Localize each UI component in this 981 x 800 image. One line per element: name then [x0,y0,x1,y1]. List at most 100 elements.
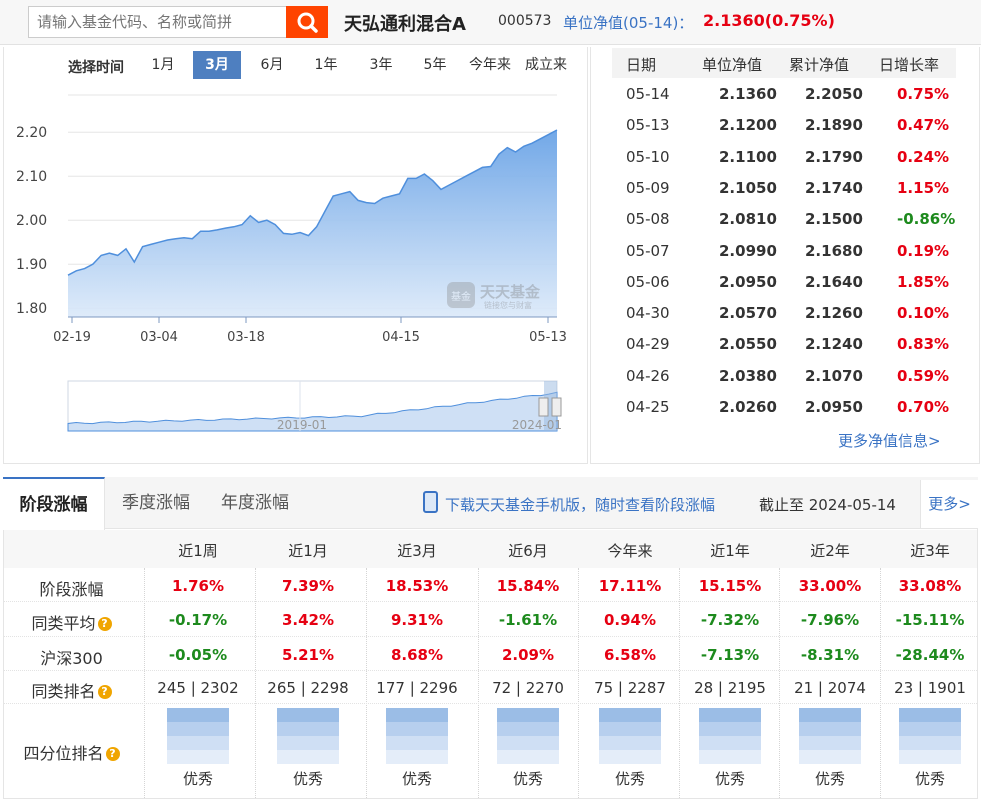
nav-table-row: 05-14 2.1360 2.2050 0.75% [612,78,956,109]
performance-cell: -7.96% [800,611,860,629]
mobile-phone-icon [423,491,438,513]
nav-acc: 2.1680 [805,241,863,260]
nav-label: 单位净值(05-14)： [563,14,694,32]
range-tab[interactable]: 今年来 [465,51,515,79]
x-tick-label: 05-13 [529,330,567,345]
tab-annual-returns[interactable]: 年度涨幅 [207,477,303,529]
nav-change-cell: -0.86% [897,210,956,229]
period-header: 近3月 [397,542,437,560]
nav-change-cell: 0.47% [897,116,950,135]
nav-unit: 2.0570 [719,304,777,323]
nav-date: 04-30 [626,304,670,323]
column-divider [255,568,256,798]
period-header: 近2年 [810,542,850,560]
row-divider [4,703,977,704]
range-tab[interactable]: 1年 [311,51,341,79]
row-label: 沪深300 [4,645,139,669]
tab-quarterly-returns[interactable]: 季度涨幅 [108,477,204,529]
nav-unit: 2.1050 [719,178,777,197]
performance-cell: 33.00% [798,577,862,595]
y-tick-label: 1.80 [16,301,47,317]
row-divider [4,636,977,637]
nav-table-row: 04-29 2.0550 2.1240 0.83% [612,328,956,359]
search-input[interactable] [28,6,286,38]
nav-table-row: 04-25 2.0260 2.0950 0.70% [612,391,956,422]
nav-acc: 2.1640 [805,272,863,291]
quartile-rating: 优秀 [614,770,645,788]
overview-tick-label: 2024-01 [512,418,562,432]
quartile-rating: 优秀 [292,770,323,788]
quartile-bar [497,708,559,764]
performance-cell: 23 | 1901 [894,679,966,697]
nav-change-cell: 0.70% [897,398,950,416]
watermark-brand: 天天基金 [480,283,541,301]
performance-cell: 72 | 2270 [492,679,564,697]
col-daily-change: 日增长率 [879,56,940,74]
performance-cell: -7.32% [700,611,760,629]
quartile-label: 四分位排名? [4,740,139,764]
overview-handle-right[interactable] [551,397,562,417]
nav-date: 04-29 [626,335,670,354]
performance-cell: 8.68% [390,646,444,664]
nav-unit: 2.1360 [719,85,777,103]
help-icon[interactable]: ? [97,685,112,699]
performance-cell: 15.84% [496,577,560,595]
row-divider [4,601,977,602]
nav-chart[interactable]: 2.20 2.10 2.00 1.90 1.80 02-19 03-04 03-18 04-15… [0,85,588,445]
nav-value: 2.1360(0.75%) [703,11,835,30]
row-label: 同类平均? [4,610,139,634]
range-tab[interactable]: 成立来 [521,51,571,79]
range-tab[interactable]: 6月 [257,51,287,79]
quartile-bar [899,708,961,764]
more-nav-link[interactable]: 更多净值信息> [838,430,941,451]
performance-cell: 21 | 2074 [794,679,866,697]
nav-number: 2.1360 [703,11,765,30]
nav-acc: 2.2050 [805,85,863,103]
nav-change-cell: 0.59% [897,366,950,385]
search-button[interactable] [286,6,328,38]
nav-unit: 2.1200 [719,116,777,135]
overview-handle-left[interactable] [538,397,549,417]
performance-cell: 7.39% [281,577,335,595]
row-label-text: 同类平均 [31,614,96,633]
performance-cell: -0.05% [168,646,228,664]
x-tick-label: 03-04 [140,330,178,345]
quartile-bar [277,708,339,764]
app-download-link[interactable]: 下载天天基金手机版，随时查看阶段涨幅 [445,494,715,515]
performance-cell: 3.42% [281,611,335,629]
nav-change: (0.75%) [764,11,835,30]
column-divider [578,568,579,798]
nav-date: 05-14 [626,85,670,103]
nav-date: 05-06 [626,272,670,291]
row-divider [4,670,977,671]
more-performance-link[interactable]: 更多> [920,480,978,528]
nav-change-cell: 0.19% [897,241,950,260]
nav-table-row: 05-07 2.0990 2.1680 0.19% [612,235,956,266]
performance-cell: 33.08% [898,577,962,595]
nav-acc: 2.1260 [805,304,863,323]
range-tab[interactable]: 3月 [193,51,241,79]
performance-cell: -1.61% [498,611,558,629]
range-tab[interactable]: 1月 [148,51,178,79]
nav-acc: 2.1240 [805,335,863,354]
tab-stage-returns[interactable]: 阶段涨幅 [3,477,105,530]
nav-change-cell: 1.15% [897,178,950,197]
fund-code: 000573 [498,13,552,29]
nav-change-cell: 0.75% [897,85,950,103]
help-icon[interactable]: ? [97,617,112,631]
performance-cell: 0.94% [603,611,657,629]
range-tab[interactable]: 3年 [366,51,396,79]
nav-date: 05-13 [626,116,670,135]
performance-cell: 15.15% [698,577,762,595]
nav-table-row: 05-08 2.0810 2.1500 -0.86% [612,203,956,234]
range-tab[interactable]: 5年 [420,51,450,79]
help-icon[interactable]: ? [105,747,120,761]
nav-date: 05-10 [626,147,670,166]
nav-date: 05-09 [626,178,670,197]
nav-unit: 2.0550 [719,335,777,354]
nav-date: 04-25 [626,398,670,416]
x-tick-label: 04-15 [382,330,420,345]
row-label-text: 同类排名 [31,682,96,701]
quartile-rating: 优秀 [814,770,845,788]
range-label: 选择时间 [68,60,124,76]
